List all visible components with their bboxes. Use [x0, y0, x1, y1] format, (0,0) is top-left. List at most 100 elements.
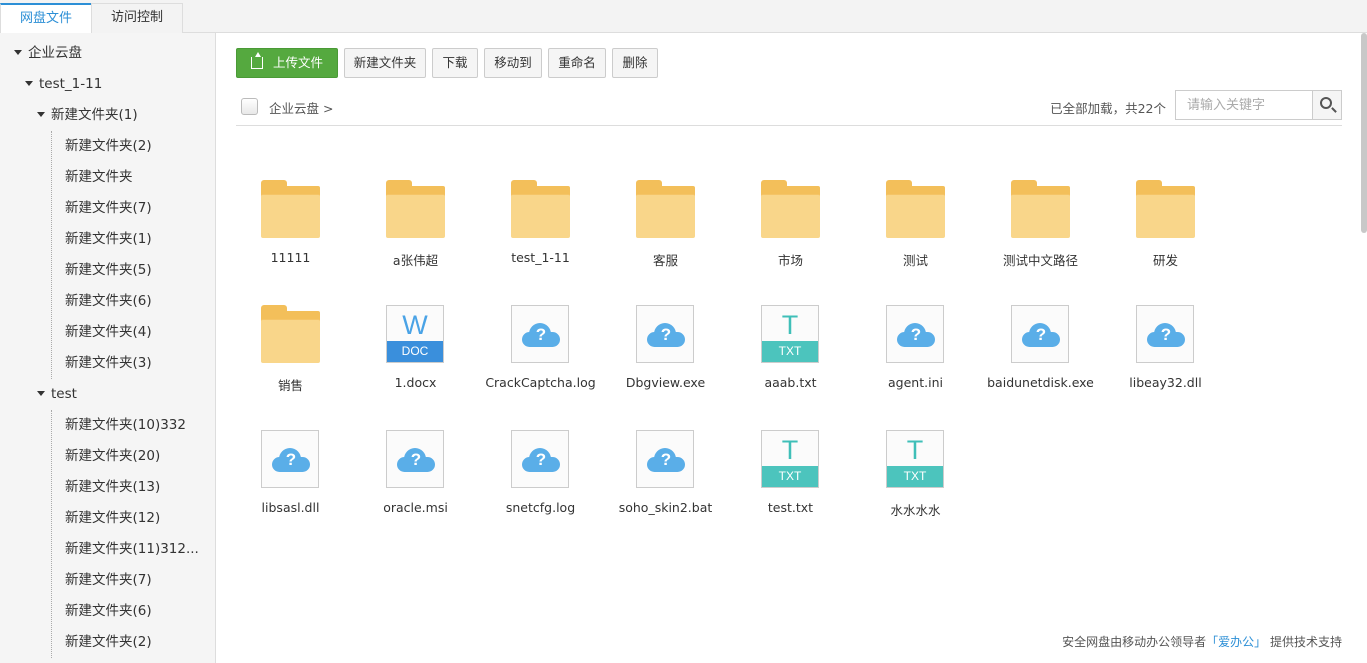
file-item[interactable]: ? Dbgview.exe	[603, 292, 728, 402]
file-item[interactable]: T TXT aaab.txt	[728, 292, 853, 402]
sidebar-tree-item[interactable]: 新建文件夹(3)	[65, 348, 152, 379]
unknown-file-cloud-icon: ?	[511, 305, 569, 363]
file-name-label: agent.ini	[888, 375, 943, 390]
upload-file-button[interactable]: 上传文件	[236, 48, 338, 78]
new-folder-button[interactable]: 新建文件夹	[344, 48, 426, 78]
sidebar-tree-item[interactable]: 新建文件夹(2)	[65, 627, 152, 658]
word-document-icon: W DOC	[386, 305, 444, 363]
breadcrumb[interactable]: 企业云盘 >	[269, 98, 333, 117]
file-item[interactable]: ? soho_skin2.bat	[603, 417, 728, 527]
move-to-button[interactable]: 移动到	[484, 48, 542, 78]
folder-item[interactable]: 客服	[603, 167, 728, 277]
unknown-file-cloud-icon: ?	[511, 430, 569, 488]
chevron-down-icon[interactable]	[25, 80, 33, 86]
file-name-label: baidunetdisk.exe	[987, 375, 1094, 390]
file-item[interactable]: ? snetcfg.log	[478, 417, 603, 527]
file-item[interactable]: ? baidunetdisk.exe	[978, 292, 1103, 402]
upload-file-label: 上传文件	[272, 55, 323, 70]
folder-item[interactable]: test_1-11	[478, 167, 603, 277]
sidebar-tree-item[interactable]: 新建文件夹(12)	[65, 503, 160, 534]
sidebar-item-label: 新建文件夹(2)	[65, 634, 152, 650]
sidebar-item-label: 新建文件夹	[65, 169, 133, 185]
sidebar-item-label: 新建文件夹(13)	[65, 479, 161, 495]
sidebar-item-label: 新建文件夹(10)332	[65, 417, 186, 433]
tab-access-control[interactable]: 访问控制	[91, 3, 183, 33]
upload-icon	[250, 51, 263, 69]
sidebar-item-label: 新建文件夹(6)	[65, 293, 152, 309]
sidebar-tree-item[interactable]: 新建文件夹(11)312...	[65, 534, 199, 565]
sidebar-item-label: 新建文件夹(20)	[65, 448, 161, 464]
file-type-badge: TXT	[762, 466, 818, 487]
folder-item[interactable]: 研发	[1103, 167, 1228, 277]
file-item[interactable]: T TXT test.txt	[728, 417, 853, 527]
select-all-checkbox[interactable]	[241, 98, 258, 115]
file-item[interactable]: ? libeay32.dll	[1103, 292, 1228, 402]
unknown-file-cloud-icon: ?	[261, 430, 319, 488]
file-item[interactable]: ? agent.ini	[853, 292, 978, 402]
folder-item[interactable]: 市场	[728, 167, 853, 277]
file-name-label: 测试	[902, 253, 928, 268]
sidebar-item-label: 新建文件夹(12)	[65, 510, 161, 526]
load-status-text: 已全部加载，共22个	[1050, 101, 1166, 116]
sidebar-tree-item[interactable]: 新建文件夹(6)	[65, 596, 152, 627]
folder-item[interactable]: 销售	[228, 292, 353, 402]
file-item[interactable]: ? oracle.msi	[353, 417, 478, 527]
chevron-down-icon[interactable]	[37, 390, 45, 396]
text-file-icon: T TXT	[761, 430, 819, 488]
sidebar-tree-item[interactable]: 新建文件夹(5)	[65, 255, 152, 286]
sidebar-tree-item[interactable]: 新建文件夹(1)	[37, 100, 138, 131]
folder-icon	[511, 180, 570, 238]
sidebar-tree-item[interactable]: 新建文件夹(2)	[65, 131, 152, 162]
sidebar-tree-item[interactable]: 新建文件夹(20)	[65, 441, 160, 472]
sidebar-tree-item[interactable]: test	[37, 379, 77, 410]
tab-netdisk-files[interactable]: 网盘文件	[0, 3, 92, 34]
sidebar-tree-item[interactable]: 新建文件夹(10)332	[65, 410, 186, 441]
file-type-badge: TXT	[887, 466, 943, 487]
top-tab-bar: 网盘文件 访问控制	[0, 0, 1367, 34]
sidebar-tree-item[interactable]: 新建文件夹(4)	[65, 317, 152, 348]
chevron-down-icon[interactable]	[14, 49, 22, 55]
sidebar-tree-item[interactable]: test_1-11	[25, 69, 102, 100]
rename-button[interactable]: 重命名	[548, 48, 606, 78]
file-name-label: soho_skin2.bat	[618, 500, 713, 515]
sidebar-tree-item[interactable]: 新建文件夹	[65, 162, 133, 193]
folder-icon	[261, 305, 320, 363]
file-name-label: aaab.txt	[764, 375, 817, 390]
file-item[interactable]: ? libsasl.dll	[228, 417, 353, 527]
sidebar-tree-item[interactable]: 新建文件夹(1)	[65, 224, 152, 255]
footer-prefix: 安全网盘由移动办公领导者	[1062, 635, 1207, 649]
chevron-down-icon[interactable]	[37, 111, 45, 117]
delete-button[interactable]: 删除	[612, 48, 658, 78]
folder-item[interactable]: 测试	[853, 167, 978, 277]
sidebar-tree-item[interactable]: 新建文件夹(7)	[65, 565, 152, 596]
text-file-icon: T TXT	[761, 305, 819, 363]
search-input[interactable]	[1176, 91, 1313, 119]
sidebar-tree-item[interactable]: 新建文件夹(6)	[65, 286, 152, 317]
sidebar-item-label: 新建文件夹(5)	[65, 262, 152, 278]
unknown-file-cloud-icon: ?	[636, 305, 694, 363]
file-item[interactable]: T TXT 水水水水	[853, 417, 978, 527]
file-type-badge: TXT	[762, 341, 818, 362]
sidebar-item-label: test_1-11	[39, 76, 103, 92]
sidebar-tree-item[interactable]: 新建文件夹(13)	[65, 472, 160, 503]
folder-tree-sidebar: 企业云盘 test_1-11 新建文件夹(1) 新建文件夹(2) 新建文件夹 新建文件夹…	[0, 33, 216, 663]
download-button[interactable]: 下载	[432, 48, 478, 78]
file-item[interactable]: W DOC 1.docx	[353, 292, 478, 402]
unknown-file-cloud-icon: ?	[386, 430, 444, 488]
file-name-label: 1.docx	[394, 375, 437, 390]
footer-link[interactable]: 「爱办公」	[1206, 635, 1266, 649]
sidebar-tree-item[interactable]: 新建文件夹(7)	[65, 193, 152, 224]
folder-item[interactable]: a张伟超	[353, 167, 478, 277]
folder-item[interactable]: 测试中文路径	[978, 167, 1103, 277]
folder-icon	[636, 180, 695, 238]
folder-item[interactable]: 11111	[228, 167, 353, 277]
sidebar-item-label: 新建文件夹(7)	[65, 200, 152, 216]
folder-icon	[761, 180, 820, 238]
file-item[interactable]: ? CrackCaptcha.log	[478, 292, 603, 402]
search-button[interactable]	[1312, 91, 1341, 119]
tree-root[interactable]: 企业云盘	[14, 38, 82, 69]
file-name-label: 研发	[1152, 253, 1178, 268]
file-name-label: oracle.msi	[383, 500, 448, 515]
file-icon-glyph: T	[781, 435, 799, 465]
page-scrollbar[interactable]	[1361, 33, 1367, 233]
